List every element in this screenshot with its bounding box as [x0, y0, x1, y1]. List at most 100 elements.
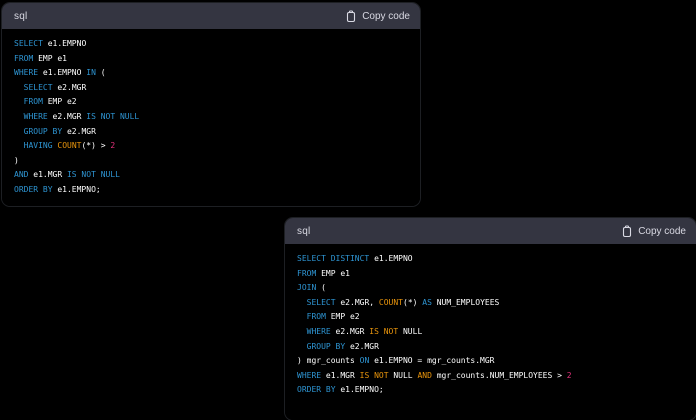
- code-token: FROM: [306, 312, 326, 322]
- language-label: sql: [14, 10, 28, 22]
- code-token: AS: [422, 297, 432, 307]
- code-token: e1.EMPNO;: [335, 385, 384, 395]
- code-token: e2.MGR: [62, 126, 96, 136]
- code-token: 2: [566, 370, 572, 380]
- code-token: e1.EMPNO: [42, 39, 87, 48]
- code-token: EMP e1: [316, 268, 350, 278]
- code-line: GROUP BY e2.MGR: [14, 125, 408, 140]
- code-token: WHERE: [306, 326, 331, 336]
- copy-code-label: Copy code: [362, 10, 410, 22]
- code-line: SELECT e2.MGR, COUNT(*) AS NUM_EMPLOYEES: [297, 296, 684, 311]
- copy-code-button[interactable]: Copy code: [621, 224, 686, 238]
- clipboard-icon: [621, 224, 633, 238]
- code-line: SELECT e1.EMPNO: [14, 37, 408, 52]
- code-line: WHERE e1.EMPNO IN (: [14, 66, 408, 81]
- code-token: ORDER BY: [14, 184, 53, 194]
- code-token: IS NOT: [359, 370, 389, 380]
- code-token: ) mgr_counts: [297, 356, 360, 366]
- code-token: GROUP BY: [23, 126, 63, 136]
- code-token: e2.MGR,: [335, 297, 379, 307]
- code-token: SELECT DISTINCT: [297, 254, 370, 263]
- code-token: (*) >: [81, 141, 111, 151]
- code-token: WHERE: [23, 111, 48, 121]
- code-line: ORDER BY e1.EMPNO;: [297, 383, 684, 398]
- code-token: (: [316, 283, 326, 293]
- copy-code-label: Copy code: [638, 225, 686, 237]
- code-token: e1.MGR: [28, 170, 67, 180]
- code-token: e2.MGR: [52, 82, 87, 92]
- code-line: ORDER BY e1.EMPNO;: [14, 183, 408, 198]
- code-line: SELECT DISTINCT e1.EMPNO: [297, 252, 684, 267]
- code-token: AND: [417, 370, 432, 380]
- code-token: GROUP BY: [306, 341, 346, 351]
- code-token: e2.MGR: [330, 326, 370, 336]
- code-line: ) mgr_counts ON e1.EMPNO = mgr_counts.MG…: [297, 354, 684, 369]
- code-token: EMP e2: [325, 312, 360, 322]
- code-token: WHERE: [297, 370, 322, 380]
- code-token: e1.EMPNO;: [52, 184, 101, 194]
- code-line: FROM EMP e1: [297, 267, 684, 282]
- code-line: AND e1.MGR IS NOT NULL: [14, 168, 408, 183]
- code-token: ON: [359, 356, 370, 366]
- page-background: { "page": { "background": "#000000" }, "…: [0, 0, 696, 420]
- code-token: e2.MGR: [47, 111, 87, 121]
- code-token: e1.MGR: [321, 370, 360, 380]
- code-token: FROM: [14, 53, 34, 63]
- code-line: SELECT e2.MGR: [14, 81, 408, 96]
- code-token: SELECT: [23, 82, 53, 92]
- code-line: FROM EMP e1: [14, 52, 408, 67]
- code-token: IS NOT NULL: [86, 111, 140, 121]
- code-token: mgr_counts.NUM_EMPLOYEES >: [431, 370, 567, 380]
- code-token: COUNT: [378, 297, 403, 307]
- code-token: HAVING: [23, 141, 53, 151]
- code-token: AND: [14, 170, 29, 180]
- code-token: IS NOT: [369, 326, 399, 336]
- code-token: e1.EMPNO = mgr_counts.MGR: [369, 356, 495, 366]
- copy-code-button[interactable]: Copy code: [345, 9, 410, 23]
- code-token: NUM_EMPLOYEES: [431, 297, 500, 307]
- code-token: (*): [403, 297, 423, 307]
- code-token: e2.MGR: [345, 341, 379, 351]
- code-token: EMP e2: [42, 97, 77, 107]
- code-line: ): [14, 154, 408, 169]
- code-token: NULL: [388, 370, 418, 380]
- code-token: e1.EMPNO: [369, 254, 413, 263]
- code-token: FROM: [297, 268, 317, 278]
- code-token: (: [95, 68, 106, 78]
- sql-code-block-1: sql Copy code SELECT e1.EMPNO FROM EMP e1…: [2, 3, 420, 206]
- code-line: WHERE e1.MGR IS NOT NULL AND mgr_counts.…: [297, 369, 684, 384]
- code-token: WHERE: [14, 68, 39, 78]
- code-line: JOIN (: [297, 281, 684, 296]
- language-label: sql: [297, 225, 311, 237]
- code-header: sql Copy code: [285, 218, 696, 244]
- code-line: WHERE e2.MGR IS NOT NULL: [297, 325, 684, 340]
- code-line: GROUP BY e2.MGR: [297, 340, 684, 355]
- code-token: e1.EMPNO: [38, 68, 87, 78]
- code-line: HAVING COUNT(*) > 2: [14, 139, 408, 154]
- code-token: 2: [110, 141, 116, 151]
- code-line: WHERE e2.MGR IS NOT NULL: [14, 110, 408, 125]
- code-token: EMP e1: [33, 53, 67, 63]
- code-line: FROM EMP e2: [14, 95, 408, 110]
- code-content: SELECT e1.EMPNO FROM EMP e1 WHERE e1.EMPNO…: [2, 29, 420, 206]
- code-line: FROM EMP e2: [297, 310, 684, 325]
- sql-code-block-2: sql Copy code SELECT DISTINCT e1.EMPNO FR…: [285, 218, 696, 420]
- code-token: ): [14, 155, 19, 165]
- code-token: SELECT: [306, 297, 336, 307]
- code-token: ORDER BY: [297, 385, 336, 395]
- clipboard-icon: [345, 9, 357, 23]
- code-token: SELECT: [14, 39, 43, 48]
- code-token: JOIN: [297, 283, 317, 293]
- code-token: COUNT: [57, 141, 82, 151]
- code-header: sql Copy code: [2, 3, 420, 29]
- code-token: FROM: [23, 97, 43, 107]
- code-token: IN: [86, 68, 96, 78]
